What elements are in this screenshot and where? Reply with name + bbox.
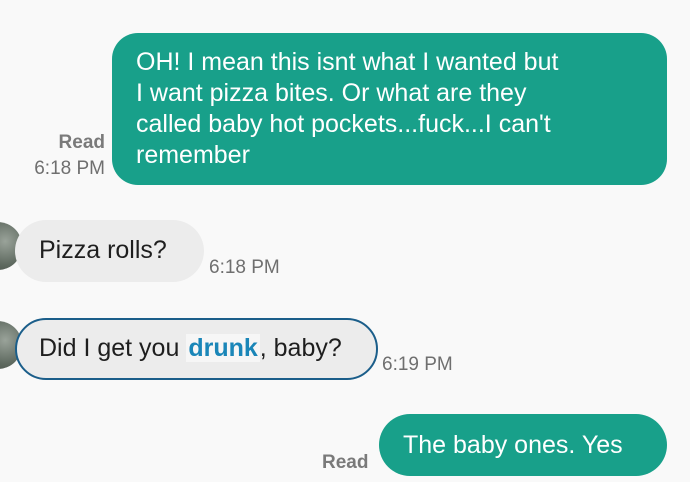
- message-text: , baby?: [259, 334, 342, 362]
- message-time: 6:18 PM: [209, 257, 280, 278]
- message-time: 6:18 PM: [34, 158, 105, 179]
- message-bubble-incoming-selected[interactable]: Did I get you drunk, baby?: [15, 318, 378, 380]
- message-bubble-outgoing[interactable]: The baby ones. Yes: [379, 414, 667, 476]
- read-receipt-1: Read 6:18 PM: [34, 132, 105, 180]
- message-text: Pizza rolls?: [39, 236, 167, 264]
- message-text-line: OH! I mean this isnt what I wanted but: [136, 48, 559, 76]
- message-text-line: I want pizza bites. Or what are they: [136, 79, 527, 107]
- message-text-line: remember: [136, 141, 250, 169]
- message-text: Did I get you: [39, 334, 187, 362]
- highlighted-word: drunk: [186, 334, 260, 362]
- read-status: Read: [322, 452, 369, 473]
- message-bubble-outgoing[interactable]: OH! I mean this isnt what I wanted but I…: [112, 33, 667, 185]
- message-bubble-incoming[interactable]: Pizza rolls?: [15, 220, 204, 282]
- message-text-line: called baby hot pockets...fuck...I can't: [136, 110, 551, 138]
- read-status: Read: [58, 132, 105, 153]
- chat-conversation-view: Read 6:18 PM OH! I mean this isnt what I…: [0, 0, 690, 482]
- message-text: The baby ones. Yes: [403, 431, 623, 459]
- message-time: 6:19 PM: [382, 354, 453, 375]
